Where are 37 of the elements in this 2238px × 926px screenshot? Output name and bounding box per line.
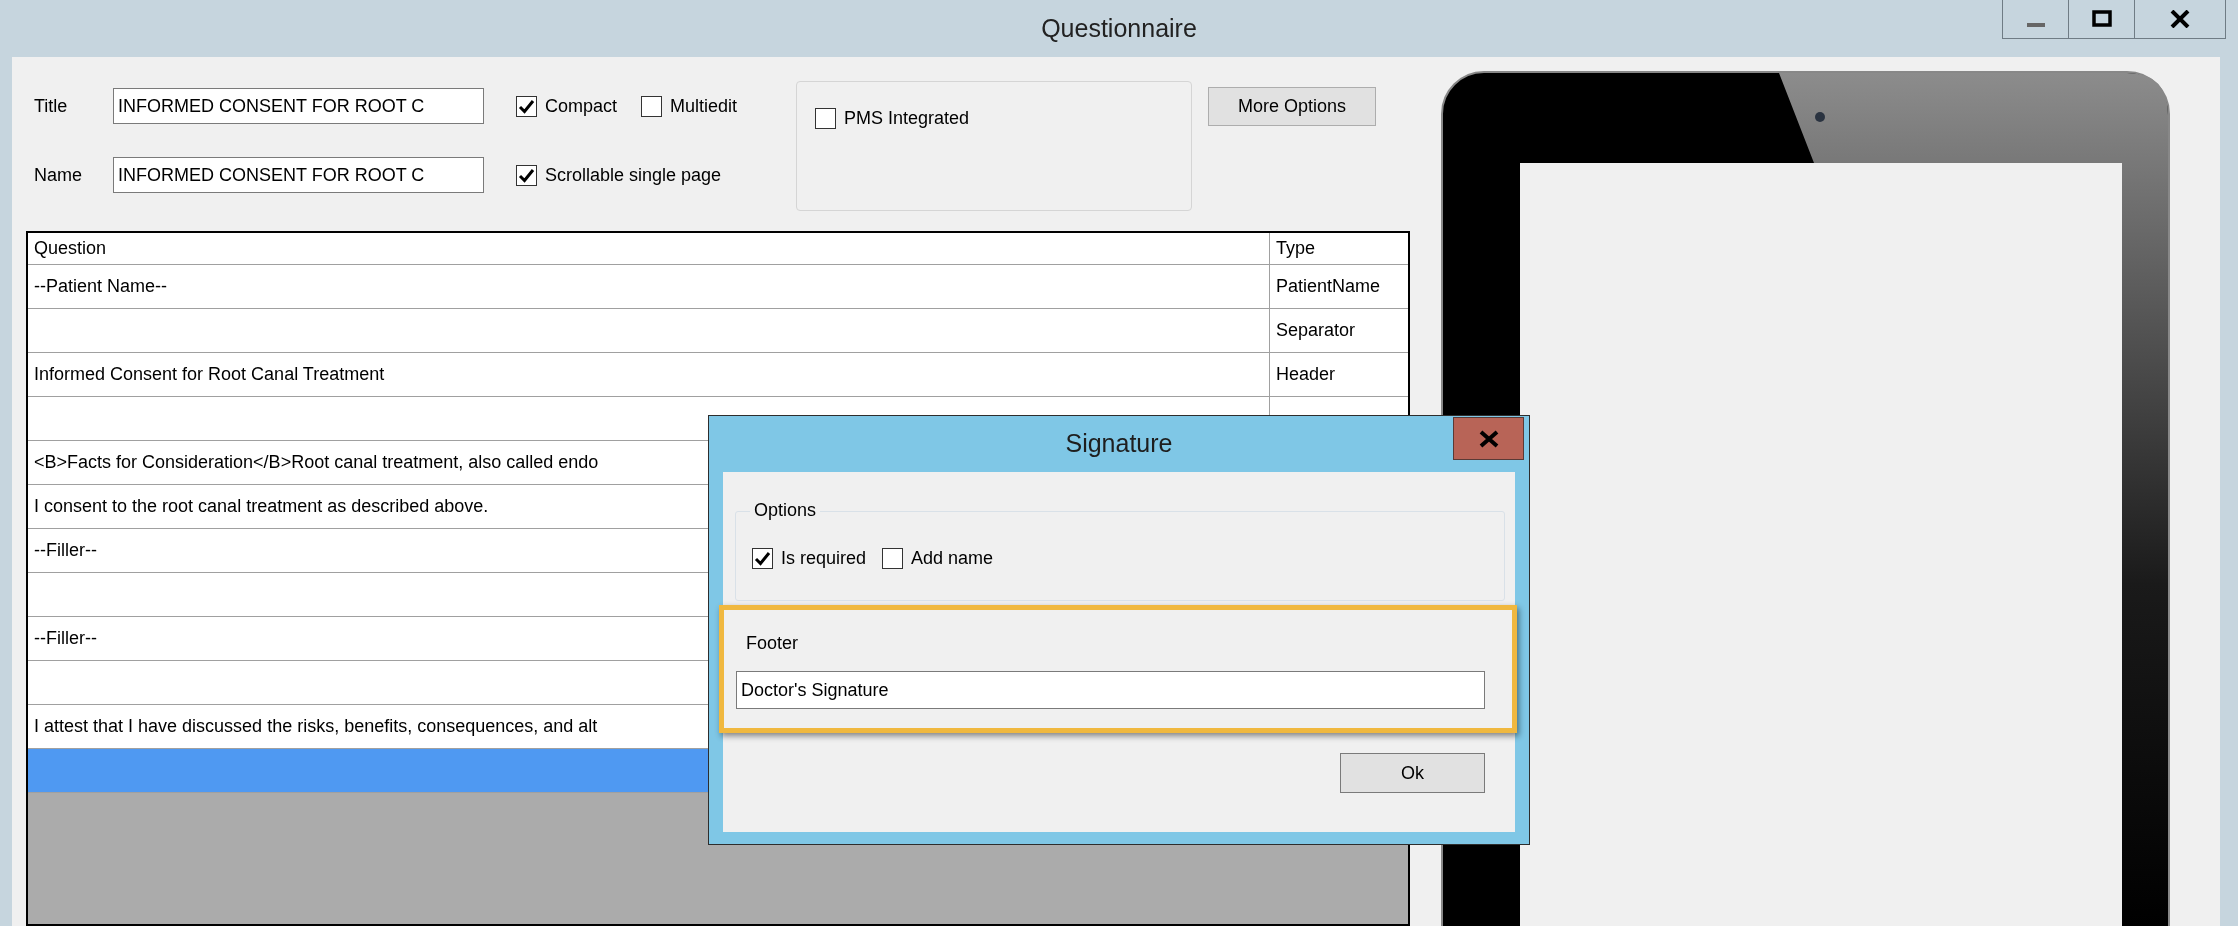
table-cell-text: Header [1275,363,1337,386]
more-options-button[interactable]: More Options [1208,87,1376,126]
table-row[interactable]: Informed Consent for Root Canal Treatment Header [28,353,1408,397]
minimize-button[interactable] [2002,0,2069,39]
table-cell: --Patient Name-- [28,265,1270,308]
minimize-icon [2026,23,2045,27]
table-cell-text: PatientName [1275,275,1382,298]
close-button[interactable] [2134,0,2226,39]
checkbox-label[interactable]: Compact [545,92,618,120]
field-label: Title [34,94,69,118]
checkbox[interactable] [815,107,836,129]
checkbox-label[interactable]: PMS Integrated [844,104,970,132]
checkbox[interactable] [752,547,773,569]
checkbox-label[interactable]: Is required [781,544,867,572]
checkbox[interactable] [882,547,904,569]
table-row[interactable]: Separator [28,309,1408,353]
table-row[interactable]: --Patient Name-- PatientName [28,265,1408,309]
checkbox[interactable] [641,95,663,117]
table-cell-text: Separator [1275,319,1357,342]
ok-button[interactable]: Ok [1340,753,1485,793]
close-icon [2170,10,2190,28]
table-cell: Informed Consent for Root Canal Treatment [28,353,1270,396]
field-label: Name [34,163,83,187]
name-input[interactable]: INFORMED CONSENT FOR ROOT C [113,157,484,193]
checkbox-label[interactable]: Scrollable single page [545,161,722,189]
column-header: Type [1275,237,1317,260]
checkbox[interactable] [516,164,537,186]
column-header: Question [28,233,1270,264]
checkbox-label[interactable]: Add name [911,544,994,572]
field-label: Footer [745,632,800,655]
window-title: Questionnaire [1041,12,1197,44]
close-icon [1477,429,1500,448]
footer-input[interactable]: Doctor's Signature [736,671,1485,709]
checkbox-label[interactable]: Multiedit [670,92,738,120]
maximize-icon [2091,10,2112,28]
title-input[interactable]: INFORMED CONSENT FOR ROOT C [113,88,484,124]
checkbox[interactable] [516,95,537,117]
